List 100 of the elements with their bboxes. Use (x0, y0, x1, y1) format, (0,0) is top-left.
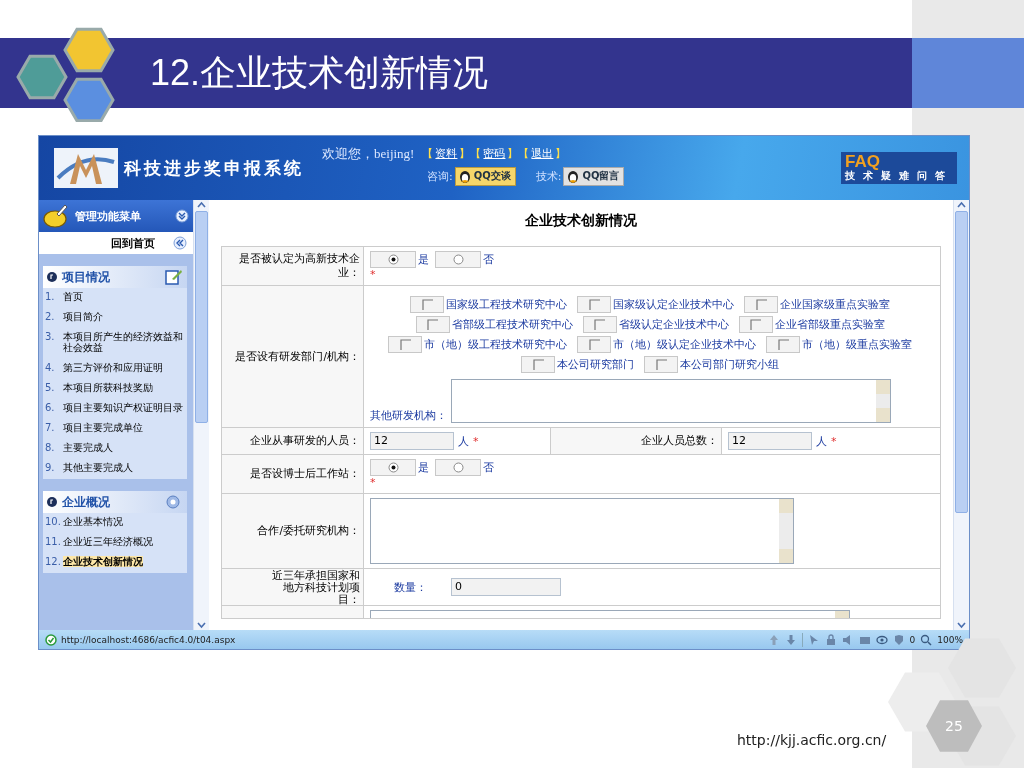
checkbox[interactable] (415, 316, 450, 333)
zoom-level: 100% (937, 634, 963, 645)
welcome-text: 欢迎您，beijing! (322, 144, 415, 163)
checkbox-icon[interactable] (532, 359, 544, 370)
slide-title: 12.企业技术创新情况 (150, 50, 489, 95)
link-bracket: 【 (422, 146, 434, 161)
checkbox[interactable] (577, 336, 611, 353)
header-link[interactable]: 密码 (481, 146, 508, 161)
check-circle-icon (45, 633, 57, 646)
menu-title: 管理功能菜单 (75, 208, 142, 224)
arrow-down-icon[interactable] (196, 620, 207, 630)
checkbox-icon[interactable] (588, 339, 600, 350)
shield-icon[interactable] (892, 633, 905, 646)
qq-message-button[interactable]: QQ留言 (563, 166, 625, 186)
radio-icon[interactable] (387, 254, 399, 265)
arrow-down-icon[interactable] (956, 620, 967, 630)
logo-icon (54, 148, 118, 188)
checkbox[interactable] (521, 356, 555, 373)
number-field[interactable]: 12 (370, 432, 454, 450)
radio-icon[interactable] (452, 254, 464, 265)
menu-item[interactable]: 1. 首页 (43, 288, 187, 308)
home-link[interactable]: 回到首页 (111, 235, 155, 251)
checkbox[interactable] (582, 316, 617, 333)
option-label: 省部级工程技术研究中心 (451, 317, 573, 332)
form-title: 企业技术创新情况 (524, 211, 638, 230)
menu-item[interactable]: 11. 企业近三年经济概况 (43, 533, 187, 553)
arrow-down-icon[interactable] (784, 633, 797, 646)
checkbox[interactable] (410, 296, 444, 313)
menu-item[interactable]: 7. 项目主要完成单位 (43, 419, 187, 439)
eye-icon[interactable] (875, 633, 888, 646)
arrow-up-icon[interactable] (956, 200, 967, 210)
option-label: 否 (483, 460, 494, 475)
checkbox-icon[interactable] (421, 299, 433, 310)
checkbox-icon[interactable] (777, 339, 789, 350)
text-area[interactable] (370, 498, 794, 564)
option-label: 国家级工程技术研究中心 (446, 297, 567, 312)
lock-icon[interactable] (824, 633, 837, 646)
menu-item[interactable]: 6. 项目主要知识产权证明目录 (43, 399, 187, 419)
menu-item[interactable]: 8. 主要完成人 (43, 439, 187, 459)
checkbox[interactable] (644, 356, 678, 373)
status-url: http://localhost:4686/acfic4.0/t04.aspx (61, 634, 236, 645)
radio-icon[interactable] (452, 462, 464, 473)
text-area[interactable] (451, 379, 891, 423)
menu-item[interactable]: 2. 项目简介 (43, 308, 187, 328)
menu-item[interactable]: 9. 其他主要完成人 (43, 459, 187, 479)
menu-item[interactable]: 4. 第三方评价和应用证明 (43, 359, 187, 379)
arrow-up-icon[interactable] (196, 200, 207, 210)
double-chevron-icon[interactable] (173, 236, 187, 250)
scrollbar[interactable] (953, 200, 969, 630)
option-label: 否 (483, 252, 494, 267)
menu-item[interactable]: 10. 企业基本情况 (43, 513, 187, 533)
option-label: 本公司研究部门 (557, 357, 634, 372)
link-bracket: 】 (555, 146, 567, 161)
link-bracket: 】 (507, 146, 519, 161)
collapse-icon[interactable] (175, 209, 189, 223)
checkbox-icon[interactable] (594, 319, 605, 330)
checkbox-icon[interactable] (750, 319, 761, 330)
radio-button[interactable] (370, 459, 416, 476)
radio-icon[interactable] (387, 462, 399, 473)
header-link[interactable]: 退出 (529, 146, 556, 161)
faq-link[interactable]: FAQ 技术疑难问答 (841, 152, 957, 184)
field-label: 是否被认定为高新技术企业： (238, 252, 360, 280)
section-title: 项目情况 (62, 268, 111, 286)
radio-button[interactable] (435, 251, 481, 268)
checkbox-icon[interactable] (655, 359, 667, 370)
zoom-icon[interactable] (920, 633, 933, 646)
menu-item[interactable]: 3. 本项目所产生的经济效益和社会效益 (43, 328, 187, 359)
checkbox-icon[interactable] (755, 299, 767, 310)
checkbox[interactable] (388, 336, 422, 353)
radio-button[interactable] (370, 251, 416, 268)
required-mark: * (370, 268, 377, 281)
field-label: 企业人员总数： (641, 434, 718, 448)
checkbox[interactable] (738, 316, 773, 333)
qq-chat-button[interactable]: QQ交谈 (454, 166, 516, 186)
checkbox-icon[interactable] (588, 299, 600, 310)
number-field[interactable]: 12 (728, 432, 812, 450)
link-bracket: 】 (459, 146, 471, 161)
text-area[interactable] (370, 610, 850, 618)
note-icon (43, 204, 69, 228)
field-label: 数量： (394, 579, 427, 595)
unit-label: 人 (816, 433, 827, 449)
field-label: 近三年承担国家和地方科技计划项目： (271, 569, 360, 605)
field-label: 合作/委托研究机构： (257, 524, 360, 538)
checkbox[interactable] (744, 296, 778, 313)
option-label: 企业国家级重点实验室 (780, 297, 890, 312)
scrollbar[interactable] (193, 200, 209, 630)
edit-icon (165, 269, 183, 285)
number-field[interactable]: 0 (451, 578, 561, 596)
checkbox-icon[interactable] (399, 339, 411, 350)
menu-item[interactable]: 5. 本项目所获科技奖励 (43, 379, 187, 399)
checkbox-icon[interactable] (427, 319, 438, 330)
menu-item[interactable]: 12. 企业技术创新情况 (43, 553, 187, 573)
penguin-icon (457, 169, 472, 183)
required-mark: * (370, 476, 377, 489)
checkbox[interactable] (766, 336, 800, 353)
header-link[interactable]: 资料 (433, 146, 460, 161)
radio-button[interactable] (435, 459, 481, 476)
checkbox[interactable] (577, 296, 611, 313)
option-label: 本公司部门研究小组 (680, 357, 779, 372)
cursor-icon[interactable] (807, 633, 820, 646)
